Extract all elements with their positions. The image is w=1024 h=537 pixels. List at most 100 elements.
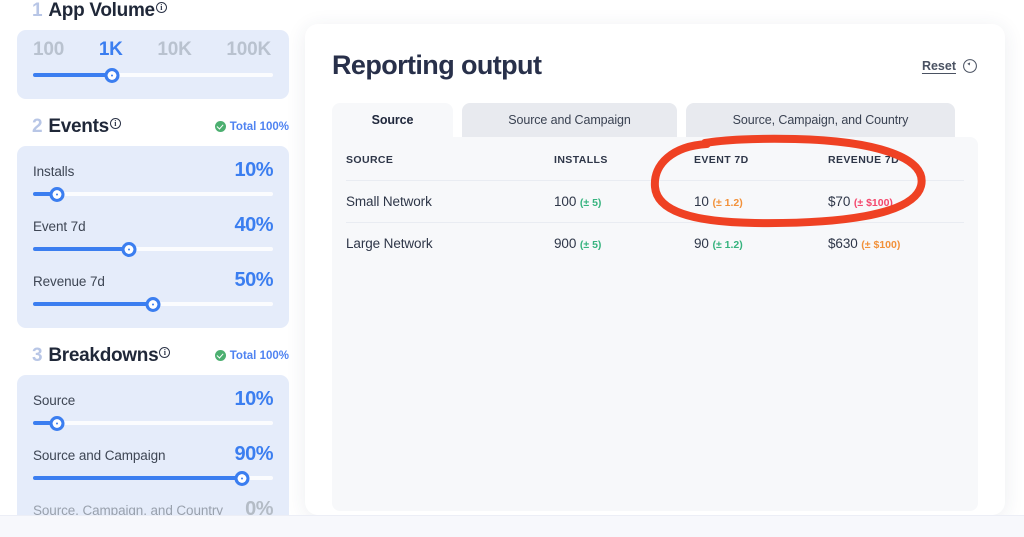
section-title: Events xyxy=(48,116,109,137)
volume-tick-100k[interactable]: 100K xyxy=(226,39,271,61)
section-header-breakdowns: 3 Breakdowns i Total 100% xyxy=(17,345,289,375)
slider-fill xyxy=(33,247,129,251)
cell-error: (± 5) xyxy=(579,239,602,251)
slider-knob[interactable] xyxy=(49,416,65,431)
slider-fill xyxy=(33,302,153,306)
column-header-event-7d: EVENT 7D xyxy=(694,154,749,166)
table-header-row: SOURCE INSTALLS EVENT 7D REVENUE 7D xyxy=(346,137,964,181)
column-header-source: SOURCE xyxy=(346,154,394,166)
app-screen: 1 App Volume i 100 1K 10K 100K 2 Events … xyxy=(0,0,1024,537)
cell-event-7d: 90 (± 1.2) xyxy=(694,223,828,265)
section-title: App Volume xyxy=(48,0,155,21)
cell-value: $630 xyxy=(828,236,858,251)
slider-row-event7d: Event 7d 40% xyxy=(33,214,273,257)
section-number: 1 xyxy=(32,0,43,21)
column-header-installs: INSTALLS xyxy=(554,154,608,166)
breakdowns-total-badge: Total 100% xyxy=(214,349,289,362)
slider-row-revenue7d: Revenue 7d 50% xyxy=(33,269,273,312)
slider-row-source: Source 10% xyxy=(33,388,273,431)
slider-knob[interactable] xyxy=(121,242,137,257)
slider-label: Source and Campaign xyxy=(33,448,166,463)
installs-slider[interactable] xyxy=(33,186,273,202)
slider-label: Event 7d xyxy=(33,219,86,234)
cell-revenue-7d: $630 (± $100) xyxy=(828,223,964,265)
slider-knob[interactable] xyxy=(49,187,65,202)
cell-error: (± $100) xyxy=(853,197,893,209)
tab-source-and-campaign[interactable]: Source and Campaign xyxy=(462,103,677,137)
table-row[interactable]: Small Network 100 (± 5) 10 (± 1.2) $70 (… xyxy=(346,180,964,223)
info-icon[interactable]: i xyxy=(109,118,121,129)
slider-label: Installs xyxy=(33,164,75,179)
section-number: 3 xyxy=(32,345,43,366)
app-volume-panel: 100 1K 10K 100K xyxy=(17,30,289,99)
controls-sidebar: 1 App Volume i 100 1K 10K 100K 2 Events … xyxy=(0,0,306,537)
slider-fill xyxy=(33,476,242,480)
volume-tick-100[interactable]: 100 xyxy=(33,39,64,61)
event7d-slider[interactable] xyxy=(33,241,273,257)
output-tabs: Source Source and Campaign Source, Campa… xyxy=(332,103,978,137)
volume-tick-1k[interactable]: 1K xyxy=(99,39,123,61)
slider-value: 90% xyxy=(234,443,273,465)
info-icon[interactable]: i xyxy=(155,2,167,13)
section-title: Breakdowns xyxy=(48,345,159,366)
slider-row-source-and-campaign: Source and Campaign 90% xyxy=(33,443,273,486)
reset-button[interactable]: Reset xyxy=(922,58,978,74)
slider-value: 50% xyxy=(234,269,273,291)
slider-track xyxy=(33,192,273,196)
cell-error: (± 1.2) xyxy=(712,239,743,251)
column-header-revenue-7d: REVENUE 7D xyxy=(828,154,900,166)
page-footer-band xyxy=(0,515,1024,537)
slider-label: Revenue 7d xyxy=(33,274,105,289)
volume-scale: 100 1K 10K 100K xyxy=(33,39,273,61)
cell-error: (± $100) xyxy=(861,239,901,251)
cell-value: $70 xyxy=(828,194,851,209)
slider-knob[interactable] xyxy=(234,471,250,486)
results-table-panel: SOURCE INSTALLS EVENT 7D REVENUE 7D Smal… xyxy=(332,137,978,511)
card-header: Reporting output Reset xyxy=(332,50,978,81)
slider-fill xyxy=(33,73,113,77)
slider-track xyxy=(33,421,273,425)
cell-source: Small Network xyxy=(346,194,432,209)
reset-circular-arrow-icon xyxy=(963,58,977,73)
cell-value: 100 xyxy=(554,194,577,209)
reporting-output-card: Reporting output Reset Source Source and… xyxy=(305,24,1005,515)
events-total-badge: Total 100% xyxy=(214,120,289,133)
source-slider[interactable] xyxy=(33,415,273,431)
tab-source[interactable]: Source xyxy=(332,103,453,137)
app-volume-slider[interactable] xyxy=(33,67,273,83)
tab-source-campaign-and-country[interactable]: Source, Campaign, and Country xyxy=(686,103,955,137)
volume-tick-10k[interactable]: 10K xyxy=(157,39,191,61)
cell-value: 10 xyxy=(694,194,709,209)
cell-error: (± 1.2) xyxy=(712,197,743,209)
cell-installs: 100 (± 5) xyxy=(554,181,694,223)
check-circle-icon xyxy=(214,121,226,132)
total-label: Total 100% xyxy=(229,349,289,362)
revenue7d-slider[interactable] xyxy=(33,296,273,312)
cell-value: 900 xyxy=(554,236,577,251)
slider-knob[interactable] xyxy=(104,68,120,83)
results-table: SOURCE INSTALLS EVENT 7D REVENUE 7D Smal… xyxy=(346,137,964,264)
slider-row-installs: Installs 10% xyxy=(33,159,273,202)
page-title: Reporting output xyxy=(332,50,542,80)
cell-event-7d: 10 (± 1.2) xyxy=(694,181,828,223)
cell-installs: 900 (± 5) xyxy=(554,223,694,265)
total-label: Total 100% xyxy=(229,120,289,133)
slider-value: 40% xyxy=(234,214,273,236)
table-row[interactable]: Large Network 900 (± 5) 90 (± 1.2) $630 … xyxy=(346,222,964,265)
section-header-app-volume: 1 App Volume i xyxy=(17,0,289,30)
cell-source: Large Network xyxy=(346,236,433,251)
slider-knob[interactable] xyxy=(145,297,161,312)
check-circle-icon xyxy=(214,350,226,361)
info-icon[interactable]: i xyxy=(159,347,171,358)
breakdowns-panel: Source 10% Source and Campaign 90% Sourc… xyxy=(17,375,289,537)
section-header-events: 2 Events i Total 100% xyxy=(17,116,289,146)
source-and-campaign-slider[interactable] xyxy=(33,470,273,486)
events-panel: Installs 10% Event 7d 40% Revenue 7d 50% xyxy=(17,146,289,328)
section-number: 2 xyxy=(32,116,43,137)
cell-revenue-7d: $70 (± $100) xyxy=(828,181,964,223)
cell-value: 90 xyxy=(694,236,709,251)
slider-value: 10% xyxy=(234,159,273,181)
cell-error: (± 5) xyxy=(579,197,602,209)
slider-value: 10% xyxy=(234,388,273,410)
slider-label: Source xyxy=(33,393,76,408)
